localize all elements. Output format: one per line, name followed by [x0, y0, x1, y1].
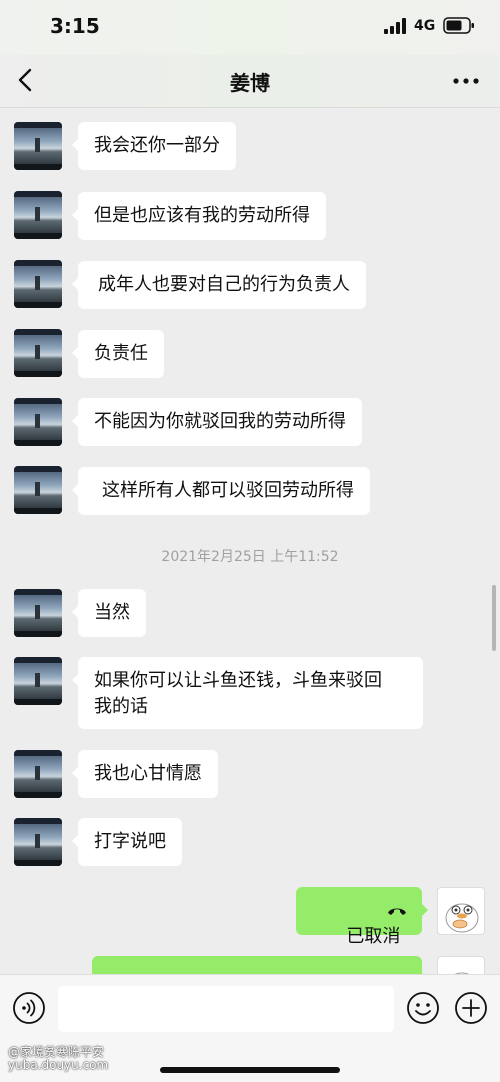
contact-avatar[interactable] — [14, 589, 62, 637]
message-bubble[interactable]: 但是也应该有我的劳动所得 — [72, 192, 326, 240]
battery-icon — [443, 17, 474, 34]
message-bubble[interactable]: 成年人也要对自己的行为负责人 — [72, 261, 366, 309]
signal-bars-icon — [384, 18, 406, 34]
call-cancelled-icon — [388, 908, 406, 915]
voice-icon[interactable] — [12, 991, 46, 1025]
plus-icon[interactable] — [454, 991, 488, 1025]
message-timestamp: 2021年2月25日 上午11:52 — [161, 549, 339, 565]
network-type-label: 4G — [414, 18, 436, 34]
message-list[interactable]: 我会还你一部分 但是也应该有我的劳动所得 成年人也要对自己的行为负责人 负责任 … — [0, 108, 500, 974]
message-bubble[interactable]: 当然 — [72, 589, 146, 637]
my-avatar[interactable] — [437, 956, 485, 974]
wechat-chat-screen: 3:15 4G 姜博 我会还你一部分 但是也应该有我的劳动所得 成年人也要对自己… — [0, 0, 500, 1082]
contact-avatar[interactable] — [14, 657, 62, 705]
contact-avatar[interactable] — [14, 818, 62, 866]
chat-header: 姜博 — [0, 55, 500, 108]
emoji-icon[interactable] — [406, 991, 440, 1025]
message-bubble[interactable]: 如果你可以让斗鱼还钱，斗鱼来驳回 我的话 — [72, 657, 423, 729]
watermark-site: yuba.douyu.com — [8, 1058, 109, 1072]
contact-avatar[interactable] — [14, 329, 62, 377]
message-bubble[interactable]: 打字说吧 — [72, 818, 182, 866]
status-bar: 3:15 4G — [0, 0, 500, 55]
message-bubble[interactable]: 我也心甘情愿 — [72, 750, 218, 798]
my-avatar[interactable] — [437, 887, 485, 935]
message-bubble[interactable]: 这样所有人都可以驳回劳动所得 — [72, 467, 370, 515]
contact-avatar[interactable] — [14, 191, 62, 239]
contact-avatar[interactable] — [14, 466, 62, 514]
input-bar: @家境贫寒陈平安 yuba.douyu.com — [0, 974, 500, 1082]
message-bubble[interactable]: 不能因为你就驳回我的劳动所得 — [72, 398, 362, 446]
contact-avatar[interactable] — [14, 398, 62, 446]
home-indicator[interactable] — [160, 1067, 340, 1073]
message-bubble[interactable]: 负责任 — [72, 330, 164, 378]
message-input[interactable] — [58, 986, 394, 1032]
partial-message-bubble[interactable] — [92, 956, 428, 974]
message-bubble[interactable]: 我会还你一部分 — [72, 122, 236, 170]
more-dots-icon[interactable] — [452, 77, 480, 85]
contact-avatar[interactable] — [14, 122, 62, 170]
contact-avatar[interactable] — [14, 750, 62, 798]
scrollbar-thumb[interactable] — [492, 585, 496, 651]
status-time: 3:15 — [50, 14, 100, 38]
contact-avatar[interactable] — [14, 260, 62, 308]
chat-title: 姜博 — [230, 71, 270, 95]
call-cancelled-bubble[interactable]: 已取消 — [296, 887, 428, 947]
call-status-label: 已取消 — [346, 926, 401, 947]
